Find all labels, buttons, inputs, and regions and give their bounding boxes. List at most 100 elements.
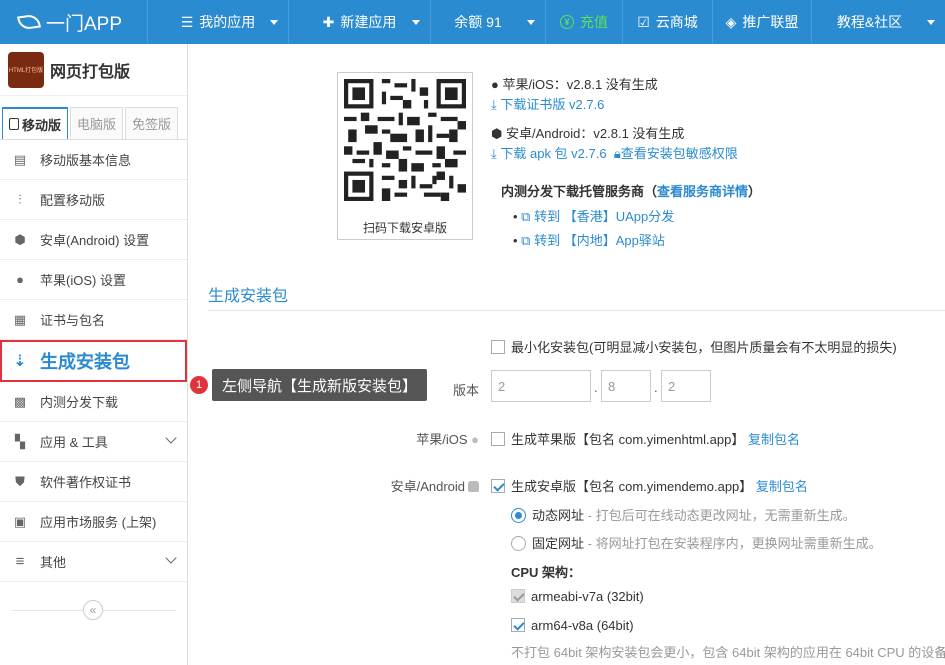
copyright-badge-icon: ⛊	[15, 473, 25, 489]
cpu-title: CPU 架构：	[511, 565, 582, 580]
sidebar-item-label: 移动版基本信息	[40, 153, 132, 168]
version-major-input[interactable]: 2	[491, 370, 591, 402]
top-navbar: 一门APP ☰ 我的应用 ✚ 新建应用 余额 91 ¥ 充值 ☑ 云商城 ◈ 推…	[0, 0, 945, 44]
tab-label: 电脑版	[77, 117, 117, 132]
android-download-label: 下载 apk 包 v2.7.6	[500, 146, 607, 161]
yen-icon: ¥	[560, 15, 574, 29]
qr-caption: 扫码下载安卓版	[362, 221, 447, 235]
dynamic-url-hint: - 打包后可在线动态更改网址，无需重新生成。	[587, 508, 856, 523]
arm64-checkbox[interactable]	[511, 618, 525, 632]
market-icon: ▣	[13, 513, 27, 529]
collapse-sidebar-button[interactable]: «	[83, 600, 103, 620]
tab-desktop[interactable]: 电脑版	[70, 107, 124, 139]
cpu-option-arm64[interactable]: arm64-v8a (64bit)	[511, 618, 634, 633]
provider-detail-link[interactable]: 查看服务商详情	[657, 184, 748, 199]
app-info: HTML打包版 网页打包版	[0, 44, 187, 96]
certificate-icon: ▦	[13, 311, 27, 327]
qrcode-icon: ▩	[13, 393, 27, 409]
dynamic-url-option[interactable]: 动态网址 - 打包后可在线动态更改网址，无需重新生成。	[511, 505, 856, 524]
tab-mobile[interactable]: 移动版	[2, 107, 69, 139]
android-icon	[468, 481, 479, 492]
tab-unsigned[interactable]: 免签版	[125, 107, 179, 139]
nav-new-app[interactable]: ✚ 新建应用	[289, 0, 431, 44]
fixed-url-radio[interactable]	[511, 536, 526, 551]
distribution-close-paren: ）	[748, 184, 762, 199]
ios-download-link[interactable]: ⤓ 下载证书版 v2.7.6	[491, 97, 604, 112]
uapp-link[interactable]: ⧉ 转到 【香港】UApp分发	[521, 209, 674, 224]
nav-cloud-shop[interactable]: ☑ 云商城	[623, 0, 713, 44]
caret-down-icon	[527, 20, 535, 25]
sidebar-item-label: 软件著作权证书	[40, 475, 132, 490]
android-download-link[interactable]: ⤓ 下载 apk 包 v2.7.6	[491, 146, 607, 161]
appyz-link[interactable]: ⧉ 转到 【内地】App驿站	[521, 233, 665, 248]
brand-logo[interactable]: 一门APP	[0, 0, 148, 44]
nav-tutorial-community[interactable]: 教程&社区	[812, 0, 945, 44]
main-content: 扫码下载安卓版 ● 苹果/iOS：v2.8.1 没有生成 ⤓ 下载证书版 v2.…	[189, 44, 945, 665]
platform-tabs: 移动版 电脑版 免签版	[0, 96, 187, 140]
caret-down-icon	[412, 20, 420, 25]
external-link-icon: ⧉	[521, 209, 531, 224]
sidebar-item-build-package[interactable]: ⇣ 生成安装包	[0, 340, 187, 382]
uapp-link-label: 转到 【香港】UApp分发	[534, 209, 675, 224]
sidebar-item-other[interactable]: ≡ 其他	[0, 542, 187, 582]
ios-build-option[interactable]: 生成苹果版【包名 com.yimenhtml.app】 复制包名	[491, 429, 800, 448]
app-name: 网页打包版	[50, 63, 131, 81]
sidebar-item-copyright[interactable]: ⛊ 软件著作权证书	[0, 462, 187, 502]
android-icon: ⬢	[491, 126, 503, 141]
nav-label: 我的应用	[199, 14, 256, 30]
ios-label-text: 苹果/iOS	[416, 432, 468, 447]
fixed-url-option[interactable]: 固定网址 - 将网址打包在安装程序内，更换网址需重新生成。	[511, 533, 882, 552]
ios-copy-package-link[interactable]: 复制包名	[748, 432, 800, 447]
armv7-checkbox	[511, 589, 525, 603]
ios-status-text: 苹果/iOS：v2.8.1 没有生成	[502, 77, 658, 92]
sidebar-item-label: 其他	[40, 555, 67, 570]
nav-label: 教程&社区	[836, 14, 903, 30]
dynamic-url-radio[interactable]	[511, 508, 526, 523]
sidebar-item-beta-distribution[interactable]: ▩ 内测分发下载	[0, 382, 187, 422]
distribution-link-row: • ⧉ 转到 【内地】App驿站	[513, 233, 665, 248]
android-download: ⤓ 下载 apk 包 v2.7.6 🔒︎查看安装包敏感权限	[491, 143, 738, 162]
apple-icon: ●	[16, 272, 24, 287]
sidebar-item-configure[interactable]: ⫶ 配置移动版	[0, 180, 187, 220]
download-icon: ⤓	[491, 97, 497, 112]
nav-affiliate[interactable]: ◈ 推广联盟	[713, 0, 812, 44]
sidebar-menu: ▤ 移动版基本信息 ⫶ 配置移动版 ⬢ 安卓(Android) 设置 ● 苹果(iOS)…	[0, 140, 187, 582]
sidebar-item-basic-info[interactable]: ▤ 移动版基本信息	[0, 140, 187, 180]
android-build-checkbox[interactable]	[491, 479, 505, 493]
android-release-status: ⬢ 安卓/Android：v2.8.1 没有生成	[491, 123, 684, 142]
android-status-text: 安卓/Android：v2.8.1 没有生成	[505, 126, 685, 141]
android-icon: ⬢	[14, 231, 26, 247]
sidebar-item-certificate[interactable]: ▦ 证书与包名	[0, 300, 187, 340]
plus-icon: ✚	[322, 13, 335, 30]
nav-label: 推广联盟	[742, 14, 799, 30]
nav-recharge[interactable]: ¥ 充值	[546, 0, 623, 44]
nav-label: 充值	[580, 14, 608, 30]
android-build-option[interactable]: 生成安卓版【包名 com.yimendemo.app】 复制包名	[491, 476, 808, 495]
arm64-label: arm64-v8a (64bit)	[531, 618, 634, 633]
nav-balance[interactable]: 余额 91	[431, 0, 546, 44]
version-patch-input[interactable]: 2	[661, 370, 711, 402]
version-minor-input[interactable]: 8	[601, 370, 651, 402]
document-icon: ▤	[13, 151, 27, 167]
minimize-checkbox[interactable]	[491, 340, 505, 354]
fixed-url-label: 固定网址	[532, 536, 585, 551]
minimize-option[interactable]: 最小化安装包(可明显减小安装包，但图片质量会有不太明显的损失)	[491, 337, 897, 356]
sidebar-item-android[interactable]: ⬢ 安卓(Android) 设置	[0, 220, 187, 260]
sidebar-item-apps-tools[interactable]: ▚ 应用 & 工具	[0, 422, 187, 462]
ios-download-label: 下载证书版 v2.7.6	[500, 97, 605, 112]
sidebar-item-label: 证书与包名	[40, 313, 106, 328]
ios-platform-label: 苹果/iOS ●	[339, 429, 479, 448]
tab-label: 移动版	[22, 117, 62, 133]
external-link-icon: ⧉	[521, 233, 531, 248]
android-platform-label: 安卓/Android	[339, 476, 479, 495]
android-copy-package-link[interactable]: 复制包名	[756, 479, 808, 494]
section-divider	[208, 310, 945, 311]
chevron-down-icon	[165, 552, 177, 564]
dynamic-url-label: 动态网址	[532, 508, 585, 523]
nav-my-apps[interactable]: ☰ 我的应用	[148, 0, 289, 44]
sidebar-item-app-market[interactable]: ▣ 应用市场服务 (上架)	[0, 502, 187, 542]
sidebar-item-ios[interactable]: ● 苹果(iOS) 设置	[0, 260, 187, 300]
view-permissions-link[interactable]: 🔒︎查看安装包敏感权限	[614, 146, 738, 161]
sidebar: HTML打包版 网页打包版 移动版 电脑版 免签版 ▤ 移动版基本信息 ⫶ 配置移动…	[0, 44, 188, 665]
ios-build-checkbox[interactable]	[491, 432, 505, 446]
